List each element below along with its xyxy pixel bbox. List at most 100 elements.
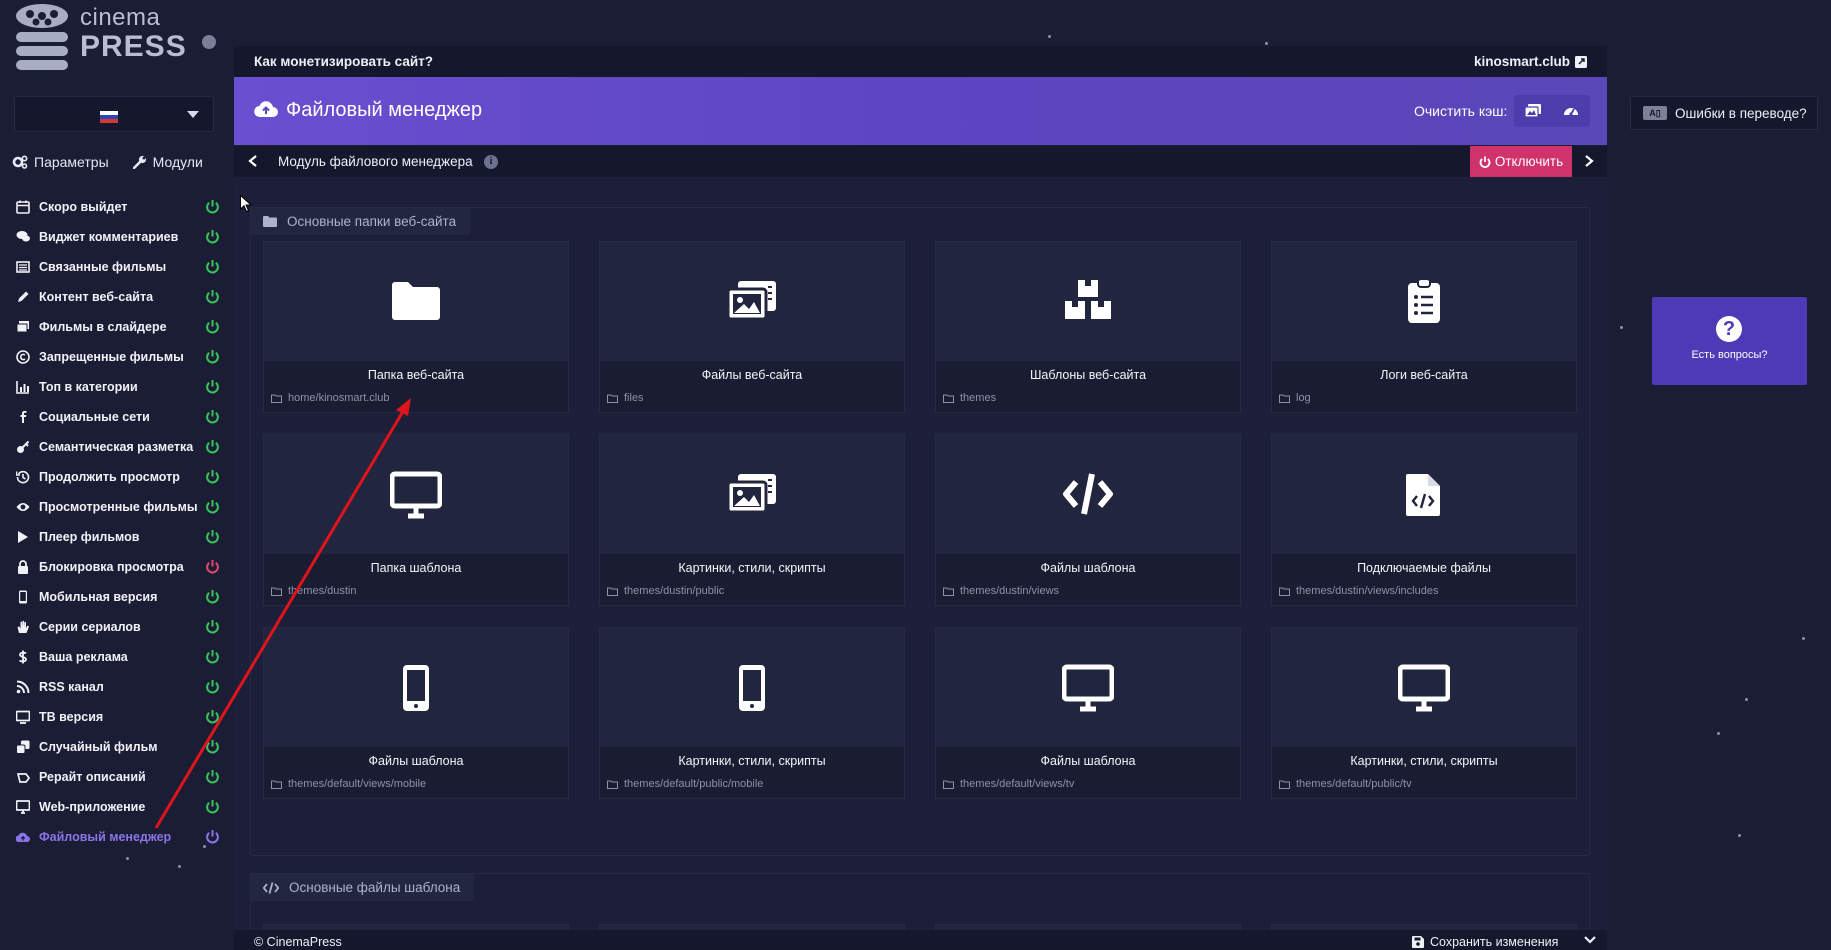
folder-card-name: Папка веб-сайта [367, 368, 465, 382]
translation-errors-button[interactable]: A▯ Ошибки в переводе? [1630, 96, 1818, 130]
sidebar-item[interactable]: Плеер фильмов [0, 522, 232, 552]
sidebar-item[interactable]: Файловый менеджер [0, 822, 232, 852]
folder-card[interactable]: Картинки, стили, скрипты themes/default/p… [599, 627, 905, 799]
sidebar-item[interactable]: Скоро выйдет [0, 192, 232, 222]
power-toggle-icon[interactable] [205, 499, 220, 514]
folder-card[interactable]: Папка шаблона themes/dustin [263, 434, 569, 606]
power-toggle-icon[interactable] [205, 649, 220, 664]
site-link[interactable]: kinosmart.club [1474, 54, 1587, 69]
back-chevron-icon[interactable] [248, 155, 258, 167]
save-changes-button[interactable]: Сохранить изменения [1412, 935, 1558, 949]
sidebar-item[interactable]: Семантическая разметка [0, 432, 232, 462]
sidebar-item[interactable]: Социальные сети [0, 402, 232, 432]
sidebar-item[interactable]: Топ в категории [0, 372, 232, 402]
power-toggle-icon[interactable] [205, 289, 220, 304]
file-manager-content: Основные папки веб-сайта Папка веб-сайта… [234, 177, 1607, 950]
disable-module-button[interactable]: Отключить [1470, 146, 1572, 177]
power-toggle-icon[interactable] [205, 619, 220, 634]
sidebar-item-label: Мобильная версия [39, 590, 158, 604]
folder-card[interactable]: Файлы шаблона themes/dustin/views [935, 434, 1241, 606]
folder-card[interactable]: Файлы шаблона themes/default/views/mobile [263, 627, 569, 799]
clear-images-cache-button[interactable] [1525, 104, 1541, 118]
sidebar-modules: Скоро выйдет Виджет комментариев Связанные… [0, 192, 232, 852]
power-toggle-icon[interactable] [205, 529, 220, 544]
cinemapress-logo[interactable]: cinema PRESS [14, 2, 216, 74]
calendar-icon-svg [16, 200, 30, 214]
power-toggle-icon[interactable] [205, 379, 220, 394]
translation-errors-label: Ошибки в переводе? [1675, 105, 1807, 121]
folder-card[interactable]: Папка веб-сайта home/kinosmart.club [263, 241, 569, 413]
power-toggle-icon[interactable] [205, 559, 220, 574]
folder-outline-icon [1279, 587, 1290, 596]
mobile-icon-svg [739, 664, 765, 711]
power-toggle-icon[interactable] [205, 799, 220, 814]
folder-card-path-text: themes/dustin/views [960, 585, 1060, 597]
wrench-icon [132, 155, 146, 169]
power-toggle-icon[interactable] [205, 259, 220, 274]
desktop-icon-svg [1062, 664, 1114, 711]
questions-button[interactable]: ? Есть вопросы? [1652, 297, 1807, 385]
sidebar-item[interactable]: Контент веб-сайта [0, 282, 232, 312]
power-icon [1479, 156, 1491, 168]
desktop-icon-svg [16, 800, 30, 814]
sidebar-item[interactable]: Виджет комментариев [0, 222, 232, 252]
sidebar-item[interactable]: Связанные фильмы [0, 252, 232, 282]
power-toggle-icon[interactable] [205, 829, 220, 844]
tab-parameters[interactable]: Параметры [12, 154, 109, 170]
sidebar-item-label: Запрещенные фильмы [39, 350, 184, 364]
folder-card[interactable]: Картинки, стили, скрипты themes/dustin/pu… [599, 434, 905, 606]
page-title: Файловый менеджер [286, 99, 483, 121]
chevron-down-icon[interactable] [1584, 936, 1596, 944]
list-icon-svg [16, 261, 30, 273]
sidebar-item[interactable]: Мобильная версия [0, 582, 232, 612]
sidebar-item[interactable]: Случайный фильм [0, 732, 232, 762]
sidebar-item[interactable]: RSS канал [0, 672, 232, 702]
copyright-icon [14, 350, 32, 364]
decor-dot [1738, 834, 1741, 837]
info-icon[interactable]: i [484, 155, 498, 169]
sidebar-item-label: Виджет комментариев [39, 230, 179, 244]
power-toggle-icon[interactable] [205, 709, 220, 724]
sidebar-item[interactable]: Серии сериалов [0, 612, 232, 642]
folder-card[interactable]: Шаблоны веб-сайта themes [935, 241, 1241, 413]
power-toggle-icon[interactable] [205, 319, 220, 334]
folder-card-path-text: themes [960, 392, 997, 404]
sidebar-item[interactable]: Ваша реклама [0, 642, 232, 672]
power-toggle-icon[interactable] [205, 469, 220, 484]
power-toggle-icon[interactable] [205, 769, 220, 784]
sidebar-item[interactable]: Просмотренные фильмы [0, 492, 232, 522]
clear-speed-cache-button[interactable] [1563, 104, 1579, 118]
power-toggle-icon[interactable] [205, 439, 220, 454]
sidebar-item[interactable]: Продолжить просмотр [0, 462, 232, 492]
power-toggle-icon[interactable] [205, 229, 220, 244]
power-toggle-icon[interactable] [205, 739, 220, 754]
sidebar-item[interactable]: Фильмы в слайдере [0, 312, 232, 342]
mobile-icon [264, 628, 568, 747]
monetize-link[interactable]: Как монетизировать сайт? [254, 54, 433, 69]
folder-icon [263, 216, 277, 227]
dice-icon [14, 740, 32, 754]
folder-card[interactable]: Файлы веб-сайта files [599, 241, 905, 413]
forward-chevron-icon[interactable] [1584, 155, 1594, 167]
mobile-icon-svg [19, 590, 27, 604]
sidebar-item[interactable]: Рерайт описаний [0, 762, 232, 792]
folder-card-name: Картинки, стили, скрипты [678, 754, 826, 768]
key-icon [14, 440, 32, 454]
power-toggle-icon[interactable] [205, 589, 220, 604]
folder-card[interactable]: Подключаемые файлы themes/dustin/views/in… [1271, 434, 1577, 606]
logo-dot [202, 35, 216, 49]
folder-card[interactable]: Логи веб-сайта log [1271, 241, 1577, 413]
language-select[interactable] [14, 96, 214, 132]
power-toggle-icon[interactable] [205, 409, 220, 424]
tab-modules[interactable]: Модули [132, 154, 203, 170]
sidebar-item[interactable]: Запрещенные фильмы [0, 342, 232, 372]
sidebar-item[interactable]: Web-приложение [0, 792, 232, 822]
sidebar-item[interactable]: ТВ версия [0, 702, 232, 732]
folder-card[interactable]: Файлы шаблона themes/default/views/tv [935, 627, 1241, 799]
power-toggle-icon[interactable] [205, 199, 220, 214]
sidebar-item[interactable]: Блокировка просмотра [0, 552, 232, 582]
power-toggle-icon[interactable] [205, 679, 220, 694]
sidebar-item-label: Связанные фильмы [39, 260, 167, 274]
folder-card[interactable]: Картинки, стили, скрипты themes/default/p… [1271, 627, 1577, 799]
power-toggle-icon[interactable] [205, 349, 220, 364]
